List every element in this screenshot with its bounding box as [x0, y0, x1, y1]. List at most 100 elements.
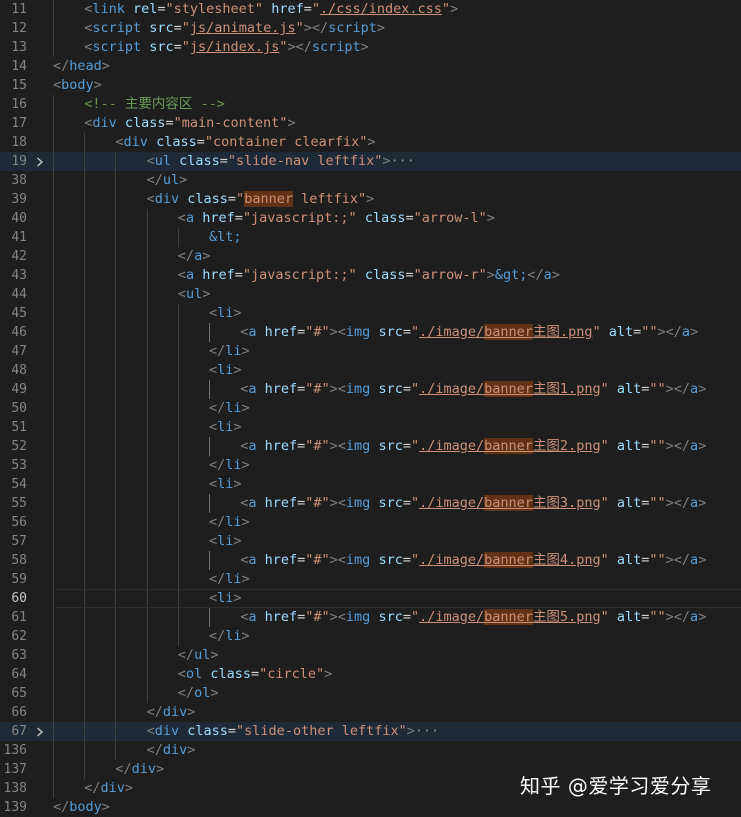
attribute-value: "slide-other leftfix": [236, 723, 407, 739]
tag-bracket: >: [690, 324, 699, 340]
link-value: ./image/: [419, 381, 485, 397]
code-line[interactable]: 56 </li>: [0, 513, 741, 532]
code-text: <a href="#"><img src="./image/banner主图1.…: [240, 380, 706, 399]
indent-guide: [84, 171, 86, 190]
code-line[interactable]: 18 <div class="container clearfix">: [0, 133, 741, 152]
code-line[interactable]: 46 <a href="#"><img src="./image/banner主图…: [0, 323, 741, 342]
code-line[interactable]: 16 <!-- 主要内容区 -->: [0, 95, 741, 114]
fold-ellipsis[interactable]: ···: [415, 723, 439, 739]
attribute-value: "#": [305, 552, 330, 568]
tag-bracket: ><: [329, 324, 346, 340]
tag-name: li: [225, 628, 242, 644]
code-line[interactable]: 41 &lt;: [0, 228, 741, 247]
equals: =: [227, 191, 237, 207]
code-line[interactable]: 19 <ul class="slide-nav leftfix">···: [0, 152, 741, 171]
code-line[interactable]: 12 <script src="js/animate.js"></script>: [0, 19, 741, 38]
code-line[interactable]: 65 </ol>: [0, 684, 741, 703]
indent-guide: [177, 475, 179, 494]
code-line[interactable]: 49 <a href="#"><img src="./image/banner主图…: [0, 380, 741, 399]
code-line[interactable]: 136 </div>: [0, 741, 741, 760]
line-number: 52: [11, 439, 27, 454]
attribute-name: alt: [616, 552, 642, 568]
tag-name: ul: [162, 172, 180, 188]
code-line[interactable]: 62 </li>: [0, 627, 741, 646]
code-line[interactable]: 51 <li>: [0, 418, 741, 437]
indent-guide: [146, 266, 148, 285]
code-line[interactable]: 64 <ol class="circle">: [0, 665, 741, 684]
code-line[interactable]: 45 <li>: [0, 304, 741, 323]
code-line[interactable]: 59 </li>: [0, 570, 741, 589]
attribute-value: ": [600, 495, 609, 511]
code-line[interactable]: 17 <div class="main-content">: [0, 114, 741, 133]
line-number: 138: [3, 781, 27, 796]
code-text: </div>: [115, 760, 164, 779]
line-number: 63: [11, 648, 27, 663]
code-line[interactable]: 57 <li>: [0, 532, 741, 551]
code-text: </ul>: [178, 646, 219, 665]
code-line[interactable]: 38 </ul>: [0, 171, 741, 190]
tag-name: a: [690, 381, 699, 397]
code-line[interactable]: 54 <li>: [0, 475, 741, 494]
watermark: 知乎 @爱学习爱分享: [520, 774, 712, 798]
chevron-right-icon[interactable]: [33, 152, 47, 171]
code-line[interactable]: 55 <a href="#"><img src="./image/banner主图…: [0, 494, 741, 513]
indent-guide: [84, 703, 86, 722]
code-line[interactable]: 11 <link rel="stylesheet" href="./css/ind…: [0, 0, 741, 19]
attribute-value: "#": [305, 438, 330, 454]
indent-guide: [53, 494, 54, 513]
code-line[interactable]: 42 </a>: [0, 247, 741, 266]
indent-guide: [115, 266, 117, 285]
tag-name: img: [345, 495, 371, 511]
code-line[interactable]: 63 </ul>: [0, 646, 741, 665]
indent-guide: [146, 247, 148, 266]
code-line[interactable]: 61 <a href="#"><img src="./image/banner主图…: [0, 608, 741, 627]
indent-guide: [53, 475, 54, 494]
indent-guide: [115, 494, 117, 513]
equals: =: [402, 324, 411, 340]
html-entity: &gt;: [494, 267, 528, 283]
indent-guide: [115, 570, 117, 589]
attribute-value: "arrow-r": [413, 267, 487, 283]
code-line[interactable]: 40 <a href="javascript:;" class="arrow-l"…: [0, 209, 741, 228]
code-line[interactable]: 66 </div>: [0, 703, 741, 722]
tag-bracket: </: [177, 248, 195, 264]
code-line[interactable]: 52 <a href="#"><img src="./image/banner主图…: [0, 437, 741, 456]
code-editor[interactable]: 11 <link rel="stylesheet" href="./css/ind…: [0, 0, 741, 815]
code-line[interactable]: 48 <li>: [0, 361, 741, 380]
code-line[interactable]: 50 </li>: [0, 399, 741, 418]
code-line[interactable]: 58 <a href="#"><img src="./image/banner主图…: [0, 551, 741, 570]
indent-guide: [177, 361, 179, 380]
code-text: <div class="banner leftfix">: [147, 190, 374, 209]
code-line[interactable]: 15 <body>: [0, 76, 741, 95]
code-line[interactable]: 43 <a href="javascript:;" class="arrow-r"…: [0, 266, 741, 285]
line-number: 55: [11, 496, 27, 511]
attribute-name: href: [202, 267, 235, 283]
code-line[interactable]: 47 </li>: [0, 342, 741, 361]
indent-guide: [115, 190, 117, 209]
code-line[interactable]: 13 <script src="js/index.js"></script>: [0, 38, 741, 57]
attribute-value: "javascript:;": [242, 210, 357, 226]
code-line[interactable]: 44 <ul>: [0, 285, 741, 304]
code-line[interactable]: 14 </head>: [0, 57, 741, 76]
tag-bracket: <: [115, 134, 124, 150]
code-line[interactable]: 60 <li>: [0, 589, 741, 608]
code-line[interactable]: 39 <div class="banner leftfix">: [0, 190, 741, 209]
indent-guide: [53, 589, 54, 608]
attribute-value: ": [181, 20, 190, 36]
tag-bracket: >: [179, 172, 188, 188]
line-number: 60: [11, 591, 27, 606]
code-line[interactable]: 139 </body>: [0, 798, 741, 817]
code-line[interactable]: 53 </li>: [0, 456, 741, 475]
attribute-name: href: [264, 324, 298, 340]
attribute-value: ": [311, 1, 320, 17]
tag-bracket: >: [360, 39, 369, 55]
indent-guide: [115, 437, 117, 456]
tag-name: li: [225, 400, 242, 416]
attribute-value: "container clearfix": [204, 134, 368, 150]
chevron-right-icon[interactable]: [33, 722, 47, 741]
code-line[interactable]: 67 <div class="slide-other leftfix">···: [0, 722, 741, 741]
fold-ellipsis[interactable]: ···: [391, 153, 415, 169]
tag-bracket: <: [177, 210, 186, 226]
indent-guide: [115, 532, 117, 551]
